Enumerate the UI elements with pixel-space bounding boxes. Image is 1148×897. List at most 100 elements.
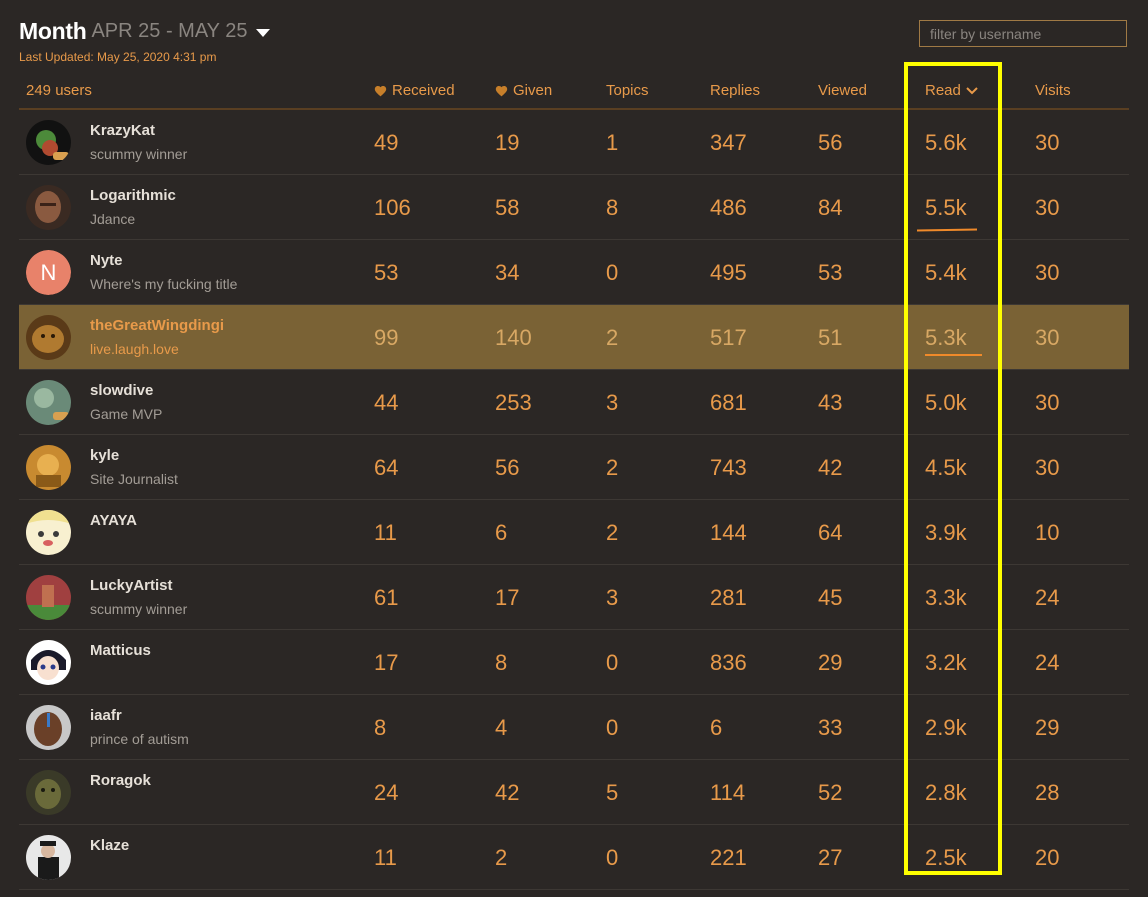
replies-count: 681: [710, 390, 747, 415]
caret-down-icon[interactable]: [256, 28, 271, 37]
replies-count: 517: [710, 325, 747, 350]
received-count: 11: [374, 845, 397, 870]
period-range[interactable]: APR 25 - MAY 25: [91, 20, 247, 43]
username-link[interactable]: theGreatWingdingi: [90, 317, 224, 334]
user-title: Site Journalist: [90, 471, 178, 487]
avatar[interactable]: [26, 380, 71, 425]
column-header-viewed[interactable]: Viewed: [818, 82, 867, 99]
topics-count: 1: [606, 130, 619, 155]
received-count: 24: [374, 780, 399, 805]
viewed-count: 27: [818, 845, 843, 870]
column-header-read[interactable]: Read: [925, 82, 978, 99]
username-link[interactable]: LuckyArtist: [90, 577, 173, 594]
viewed-count: 33: [818, 715, 843, 740]
column-header-received[interactable]: Received: [374, 82, 455, 99]
user-title: prince of autism: [90, 731, 189, 747]
replies-count: 281: [710, 585, 747, 610]
replies-count: 486: [710, 195, 747, 220]
visits-count: 30: [1035, 260, 1060, 285]
leaderboard-header: Month APR 25 - MAY 25 Last Updated: May …: [19, 18, 271, 64]
username-link[interactable]: Matticus: [90, 642, 151, 659]
avatar[interactable]: [26, 640, 71, 685]
visits-count: 20: [1035, 845, 1060, 870]
replies-count: 6: [710, 715, 723, 740]
username-link[interactable]: AYAYA: [90, 512, 137, 529]
visits-count: 30: [1035, 325, 1060, 350]
table-row-current-user: theGreatWingdingi live.laugh.love 99 140…: [19, 305, 1129, 370]
column-header-topics[interactable]: Topics: [606, 82, 649, 99]
username-link[interactable]: kyle: [90, 447, 119, 464]
avatar[interactable]: [26, 315, 71, 360]
visits-count: 24: [1035, 650, 1060, 675]
topics-count: 2: [606, 520, 619, 545]
filter-username-input[interactable]: [919, 20, 1127, 47]
visits-count: 30: [1035, 195, 1060, 220]
column-label-given: Given: [513, 82, 553, 99]
period-selector[interactable]: Month APR 25 - MAY 25: [19, 18, 271, 45]
topics-count: 0: [606, 260, 619, 285]
user-title: scummy winner: [90, 146, 188, 162]
topics-count: 0: [606, 650, 619, 675]
given-count: 17: [495, 585, 520, 610]
leaderboard-table: 249 users Received Given Topics Replies …: [19, 72, 1129, 890]
received-count: 106: [374, 195, 411, 220]
table-row: slowdive Game MVP 44 253 3 681 43 5.0k 3…: [19, 370, 1129, 435]
read-count: 2.8k: [925, 780, 967, 805]
given-count: 34: [495, 260, 520, 285]
avatar[interactable]: [26, 835, 71, 880]
read-count: 2.9k: [925, 715, 967, 740]
period-label[interactable]: Month: [19, 18, 87, 45]
table-row: Klaze 11 2 0 221 27 2.5k 20: [19, 825, 1129, 890]
annotation-underline: [925, 354, 982, 356]
read-count: 5.3k: [925, 325, 967, 350]
username-link[interactable]: Roragok: [90, 772, 151, 789]
topics-count: 2: [606, 325, 619, 350]
viewed-count: 56: [818, 130, 843, 155]
avatar[interactable]: [26, 445, 71, 490]
username-link[interactable]: KrazyKat: [90, 122, 155, 139]
column-header-given[interactable]: Given: [495, 82, 552, 99]
avatar[interactable]: [26, 185, 71, 230]
avatar[interactable]: [26, 705, 71, 750]
annotation-underline: [916, 228, 978, 232]
topics-count: 3: [606, 390, 619, 415]
table-row: N Nyte Where's my fucking title 53 34 0 …: [19, 240, 1129, 305]
received-count: 8: [374, 715, 387, 740]
read-count: 4.5k: [925, 455, 967, 480]
topics-count: 5: [606, 780, 619, 805]
username-link[interactable]: slowdive: [90, 382, 153, 399]
replies-count: 743: [710, 455, 747, 480]
viewed-count: 84: [818, 195, 843, 220]
given-count: 6: [495, 520, 508, 545]
username-link[interactable]: Klaze: [90, 837, 129, 854]
visits-count: 24: [1035, 585, 1060, 610]
table-row: kyle Site Journalist 64 56 2 743 42 4.5k…: [19, 435, 1129, 500]
given-count: 19: [495, 130, 520, 155]
read-count: 5.0k: [925, 390, 967, 415]
username-link[interactable]: Nyte: [90, 252, 123, 269]
username-link[interactable]: Logarithmic: [90, 187, 176, 204]
column-label-received: Received: [392, 82, 455, 99]
avatar[interactable]: [26, 510, 71, 555]
avatar-letter: N: [41, 260, 57, 285]
replies-count: 836: [710, 650, 747, 675]
topics-count: 3: [606, 585, 619, 610]
read-count: 3.2k: [925, 650, 967, 675]
column-header-visits[interactable]: Visits: [1035, 82, 1071, 99]
read-count: 5.6k: [925, 130, 967, 155]
topics-count: 8: [606, 195, 619, 220]
given-count: 8: [495, 650, 508, 675]
avatar[interactable]: [26, 120, 71, 165]
avatar[interactable]: [26, 770, 71, 815]
received-count: 64: [374, 455, 399, 480]
column-header-replies[interactable]: Replies: [710, 82, 760, 99]
visits-count: 30: [1035, 455, 1060, 480]
username-link[interactable]: iaafr: [90, 707, 122, 724]
table-header: 249 users Received Given Topics Replies …: [19, 72, 1129, 110]
given-count: 58: [495, 195, 520, 220]
viewed-count: 42: [818, 455, 843, 480]
avatar[interactable]: N: [26, 250, 71, 295]
avatar[interactable]: [26, 575, 71, 620]
user-title: Game MVP: [90, 406, 163, 422]
heart-icon: [374, 85, 387, 96]
